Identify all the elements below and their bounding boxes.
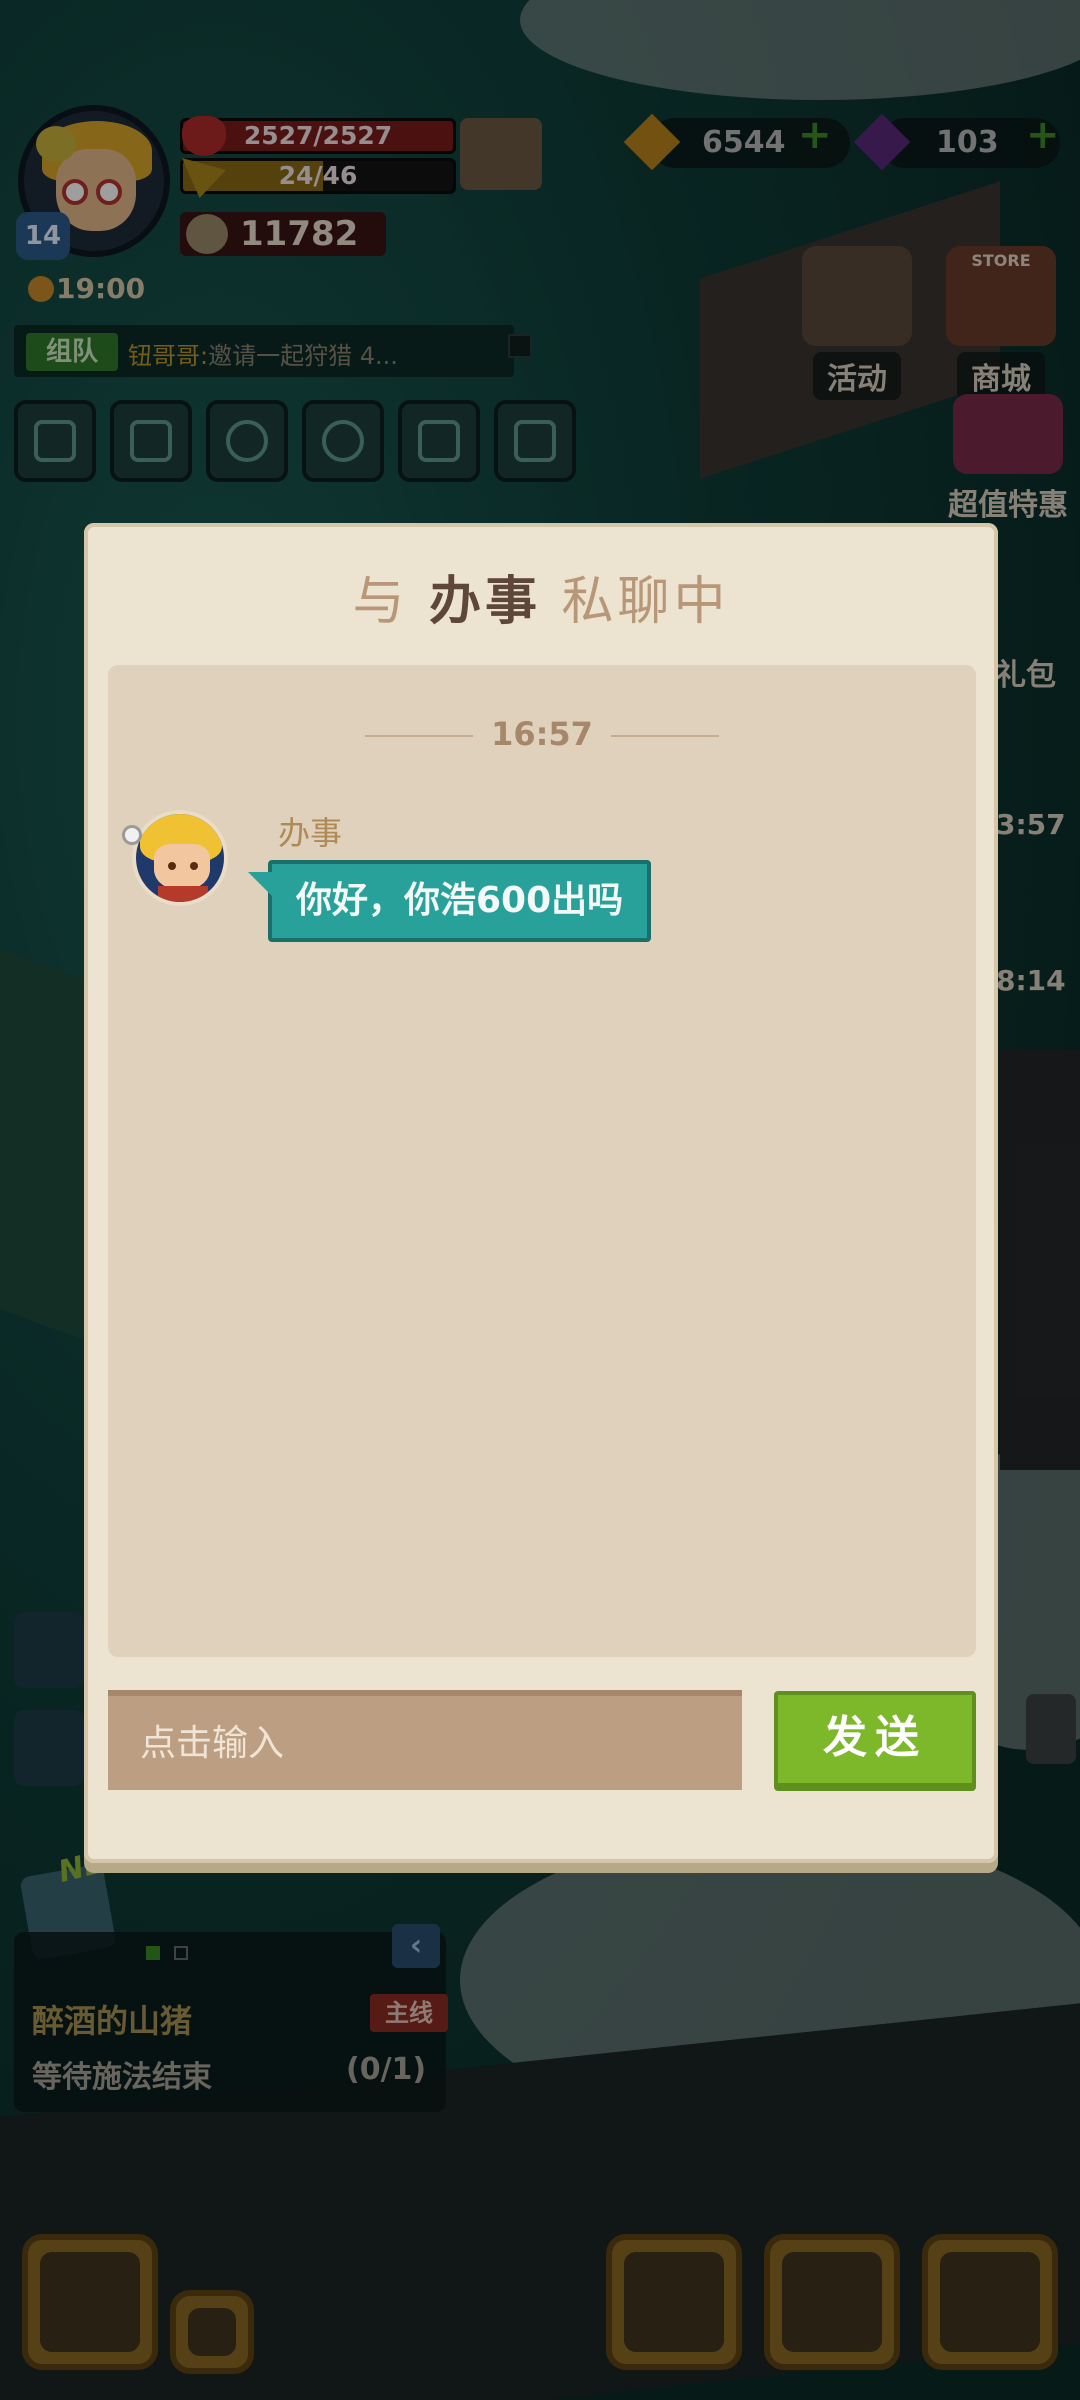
divider — [365, 735, 474, 737]
message-time: 16:57 — [491, 715, 593, 753]
avatar-body — [158, 886, 208, 902]
dialog-title: 与 办事 私聊中 — [84, 559, 998, 634]
message-bubble: 你好，你浩600出吗 — [247, 860, 652, 942]
chat-messages-area[interactable]: 16:57 办事 你好，你浩600出吗 — [108, 665, 976, 1657]
time-separator: 16:57 — [108, 715, 976, 753]
title-suffix: 私聊中 — [561, 572, 730, 632]
private-chat-dialog: 与 办事 私聊中 16:57 办事 你好，你浩600出吗 发送 — [84, 523, 998, 1863]
avatar-eye — [190, 862, 198, 870]
chat-partner-name: 办事 — [428, 571, 541, 632]
sender-avatar[interactable] — [132, 810, 228, 906]
message-input-box[interactable] — [108, 1690, 742, 1790]
avatar-face — [154, 844, 210, 890]
avatar-eye — [168, 862, 176, 870]
status-icon — [122, 825, 142, 845]
message-input[interactable] — [108, 1696, 742, 1790]
sender-name: 办事 — [278, 814, 343, 852]
title-prefix: 与 — [352, 572, 409, 632]
divider — [610, 735, 719, 737]
send-button[interactable]: 发送 — [774, 1691, 976, 1791]
